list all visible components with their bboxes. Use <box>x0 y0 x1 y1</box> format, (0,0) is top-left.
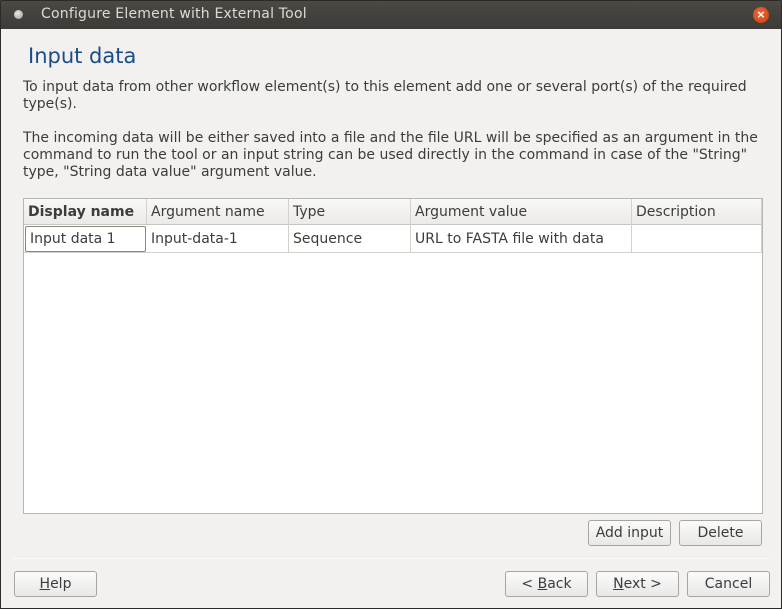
back-prefix: < <box>521 576 538 592</box>
close-icon[interactable]: × <box>753 7 769 23</box>
window-title: Configure Element with External Tool <box>41 6 307 22</box>
column-header-argument-value[interactable]: Argument value <box>411 199 632 225</box>
back-button[interactable]: < Back <box>505 571 588 597</box>
add-input-button[interactable]: Add input <box>588 520 671 546</box>
column-header-type[interactable]: Type <box>289 199 411 225</box>
page-title: Input data <box>28 44 137 68</box>
back-label-rest: ack <box>547 576 572 592</box>
help-label-rest: elp <box>50 576 72 592</box>
cell-display-name-editor[interactable]: Input data 1 <box>25 226 146 252</box>
cell-description[interactable] <box>632 225 762 253</box>
next-button[interactable]: Next > <box>596 571 679 597</box>
help-mnemonic: H <box>39 576 51 592</box>
dialog-window: Configure Element with External Tool × I… <box>0 0 782 609</box>
cell-argument-value[interactable]: URL to FASTA file with data <box>411 225 632 253</box>
cancel-button[interactable]: Cancel <box>687 571 770 597</box>
input-ports-table[interactable]: Display name Argument name Type Argument… <box>23 198 763 514</box>
title-bar[interactable]: Configure Element with External Tool × <box>1 1 781 29</box>
table-header: Display name Argument name Type Argument… <box>24 199 762 225</box>
footer-separator <box>13 558 770 559</box>
column-header-display-name[interactable]: Display name <box>24 199 147 225</box>
next-mnemonic: N <box>613 576 624 592</box>
cell-type[interactable]: Sequence <box>289 225 411 253</box>
help-button[interactable]: Help <box>14 571 97 597</box>
cell-argument-name[interactable]: Input-data-1 <box>147 225 289 253</box>
column-header-argument-name[interactable]: Argument name <box>147 199 289 225</box>
delete-button[interactable]: Delete <box>679 520 762 546</box>
description-text-2: The incoming data will be either saved i… <box>23 130 758 180</box>
back-mnemonic: B <box>537 576 548 592</box>
description-text-1: To input data from other workflow elemen… <box>23 79 747 112</box>
next-label-rest: ext > <box>623 576 662 592</box>
column-header-description[interactable]: Description <box>632 199 762 225</box>
table-row[interactable]: Input data 1 Input-data-1 Sequence URL t… <box>24 225 762 253</box>
app-icon <box>14 10 23 19</box>
